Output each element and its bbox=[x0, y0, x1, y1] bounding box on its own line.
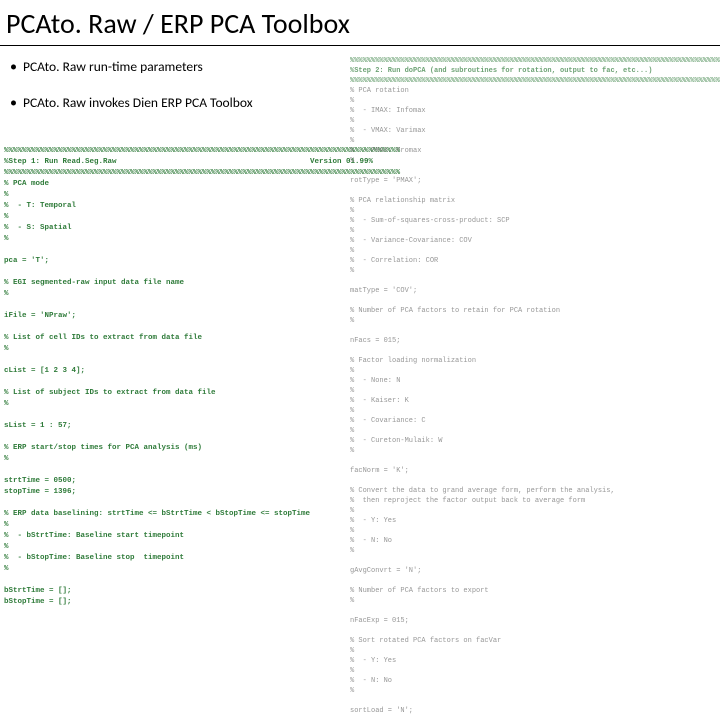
bullet-dot: • bbox=[10, 94, 17, 112]
bullet-dot: • bbox=[10, 58, 17, 76]
bullet-text: PCAto. Raw invokes Dien ERP PCA Toolbox bbox=[23, 94, 253, 111]
code-right-header: %%%%%%%%%%%%%%%%%%%%%%%%%%%%%%%%%%%%%%%%… bbox=[350, 57, 720, 85]
bullet-text: PCAto. Raw run-time parameters bbox=[23, 58, 203, 75]
code-right-body: % PCA rotation % % - IMAX: Infomax % % -… bbox=[350, 87, 615, 715]
code-block-left: %%%%%%%%%%%%%%%%%%%%%%%%%%%%%%%%%%%%%%%%… bbox=[4, 146, 400, 608]
code-block-right: %%%%%%%%%%%%%%%%%%%%%%%%%%%%%%%%%%%%%%%%… bbox=[350, 56, 720, 716]
page-title: PCAto. Raw / ERP PCA Toolbox bbox=[0, 0, 720, 46]
